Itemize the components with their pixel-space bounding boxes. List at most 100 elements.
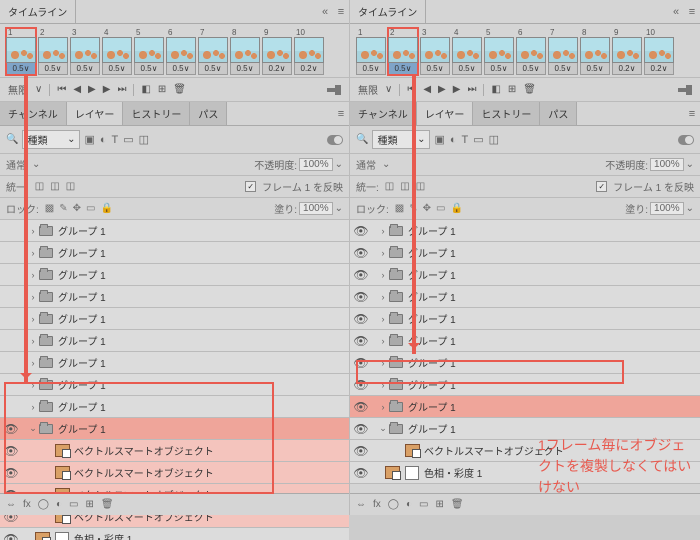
filter-switch[interactable] <box>327 135 343 145</box>
frame-duration[interactable]: 0.5∨ <box>580 63 610 75</box>
kind-filter-select[interactable]: 種類⌄ <box>22 130 80 149</box>
frame-duration[interactable]: 0.5∨ <box>102 63 132 75</box>
last-frame-icon[interactable]: ⏭ <box>467 84 476 95</box>
filter-shape-icon[interactable]: ▭ <box>123 133 133 146</box>
delete-layer-icon[interactable]: 🗑 <box>101 499 114 510</box>
timeline-frame[interactable]: 70.5∨ <box>198 28 228 75</box>
lock-nest-icon[interactable]: ▭ <box>86 203 95 214</box>
lock-all-icon[interactable]: 🔒 <box>100 203 112 214</box>
filter-adjust-icon[interactable]: ◐ <box>100 134 107 146</box>
lock-paint-icon[interactable]: ✎ <box>59 203 67 214</box>
tab-history[interactable]: ヒストリー <box>473 102 540 125</box>
chevron-right-icon[interactable]: › <box>378 292 388 302</box>
lock-all-icon[interactable]: 🔒 <box>450 203 462 214</box>
mask-icon[interactable]: ◯ <box>388 499 399 510</box>
timeline-frame[interactable]: 50.5∨ <box>484 28 514 75</box>
fill-input[interactable]: 100% <box>299 202 333 215</box>
layer-group[interactable]: ›グループ 1 <box>0 352 349 374</box>
lock-trans-icon[interactable]: ▩ <box>395 203 404 214</box>
visibility-icon[interactable]: 👁 <box>350 378 372 392</box>
layer-group[interactable]: 👁›グループ 1 <box>350 242 700 264</box>
frame-duration[interactable]: 0.5∨ <box>6 63 36 75</box>
tab-channel[interactable]: チャンネル <box>0 102 67 125</box>
visibility-icon[interactable]: 👁 <box>0 422 22 436</box>
visibility-icon[interactable]: 👁 <box>350 466 372 480</box>
chevron-right-icon[interactable]: › <box>378 358 388 368</box>
unify-style-icon[interactable]: ◫ <box>66 181 75 192</box>
blend-mode-select[interactable]: 通常 <box>6 157 26 172</box>
visibility-icon[interactable]: 👁 <box>350 356 372 370</box>
fx-icon[interactable]: fx <box>23 499 31 510</box>
layer-group[interactable]: 👁›グループ 1 <box>350 220 700 242</box>
tab-path[interactable]: パス <box>190 102 227 125</box>
tab-layer[interactable]: レイヤー <box>67 102 124 125</box>
filter-smart-icon[interactable]: ◫ <box>139 133 149 146</box>
panel-menu-icon[interactable]: ≡ <box>684 4 700 20</box>
opacity-input[interactable]: 100% <box>650 158 684 171</box>
chevron-right-icon[interactable]: › <box>378 336 388 346</box>
duplicate-frame-icon[interactable]: ⊞ <box>158 84 166 95</box>
fill-input[interactable]: 100% <box>650 202 684 215</box>
lock-nest-icon[interactable]: ▭ <box>436 203 445 214</box>
filter-adjust-icon[interactable]: ◐ <box>450 134 457 146</box>
layer-smartobject[interactable]: 👁ベクトルスマートオブジェクト <box>0 440 349 462</box>
visibility-icon[interactable]: 👁 <box>350 268 372 282</box>
mask-icon[interactable]: ◯ <box>38 499 49 510</box>
chevron-right-icon[interactable]: › <box>28 292 38 302</box>
chevron-right-icon[interactable]: › <box>28 248 38 258</box>
layer-group[interactable]: ›グループ 1 <box>0 242 349 264</box>
layer-group[interactable]: 👁›グループ 1 <box>350 374 700 396</box>
link-icon[interactable]: ⇔ <box>356 499 366 510</box>
prev-frame-icon[interactable]: ◀ <box>73 84 81 95</box>
visibility-icon[interactable]: 👁 <box>0 444 22 458</box>
layer-group[interactable]: 👁›グループ 1 <box>350 396 700 418</box>
new-layer-icon[interactable]: ⊞ <box>435 499 443 510</box>
unify-pos-icon[interactable]: ◫ <box>385 181 394 192</box>
timeline-frame[interactable]: 50.5∨ <box>134 28 164 75</box>
tab-history[interactable]: ヒストリー <box>123 102 190 125</box>
layer-group[interactable]: 👁›グループ 1 <box>350 286 700 308</box>
next-frame-icon[interactable]: ▶ <box>103 84 111 95</box>
frame-duration[interactable]: 0.5∨ <box>230 63 260 75</box>
frame-duration[interactable]: 0.5∨ <box>356 63 386 75</box>
chevron-down-icon[interactable]: ⌄ <box>378 423 388 434</box>
timeline-frame[interactable]: 70.5∨ <box>548 28 578 75</box>
unify-vis-icon[interactable]: ◫ <box>50 181 59 192</box>
fx-icon[interactable]: fx <box>373 499 381 510</box>
chevron-right-icon[interactable]: › <box>378 226 388 236</box>
tab-path[interactable]: パス <box>540 102 577 125</box>
unify-pos-icon[interactable]: ◫ <box>35 181 44 192</box>
panel-menu-icon[interactable]: ≡ <box>333 4 349 20</box>
lock-pos-icon[interactable]: ✥ <box>423 203 431 214</box>
frame-duration[interactable]: 0.5∨ <box>484 63 514 75</box>
panel-menu-icon[interactable]: ≡ <box>333 106 349 122</box>
frame-duration[interactable]: 0.5∨ <box>166 63 196 75</box>
layer-group[interactable]: ›グループ 1 <box>0 396 349 418</box>
timeline-frame[interactable]: 90.2∨ <box>612 28 642 75</box>
frame-duration[interactable]: 0.5∨ <box>134 63 164 75</box>
new-layer-icon[interactable]: ⊞ <box>85 499 93 510</box>
frame-duration[interactable]: 0.2∨ <box>262 63 292 75</box>
timeline-frame[interactable]: 40.5∨ <box>102 28 132 75</box>
chevron-right-icon[interactable]: › <box>28 314 38 324</box>
collapse-icon[interactable]: « <box>317 4 333 20</box>
timeline-frame[interactable]: 40.5∨ <box>452 28 482 75</box>
play-icon[interactable]: ▶ <box>438 84 446 95</box>
blend-mode-select[interactable]: 通常 <box>356 157 376 172</box>
visibility-icon[interactable]: 👁 <box>0 532 22 540</box>
chevron-right-icon[interactable]: › <box>378 270 388 280</box>
visibility-icon[interactable]: 👁 <box>350 224 372 238</box>
chevron-right-icon[interactable]: › <box>378 248 388 258</box>
propagate-checkbox[interactable]: ✓ <box>596 181 607 192</box>
filter-smart-icon[interactable]: ◫ <box>489 133 499 146</box>
chevron-right-icon[interactable]: › <box>378 314 388 324</box>
filter-image-icon[interactable]: ▣ <box>84 133 94 146</box>
next-frame-icon[interactable]: ▶ <box>453 84 461 95</box>
timeline-frame[interactable]: 60.5∨ <box>516 28 546 75</box>
timeline-frame[interactable]: 30.5∨ <box>420 28 450 75</box>
unify-style-icon[interactable]: ◫ <box>416 181 425 192</box>
propagate-checkbox[interactable]: ✓ <box>245 181 256 192</box>
tween-icon[interactable]: ◧ <box>141 84 150 95</box>
last-frame-icon[interactable]: ⏭ <box>117 84 126 95</box>
timeline-frame[interactable]: 100.2∨ <box>644 28 674 75</box>
